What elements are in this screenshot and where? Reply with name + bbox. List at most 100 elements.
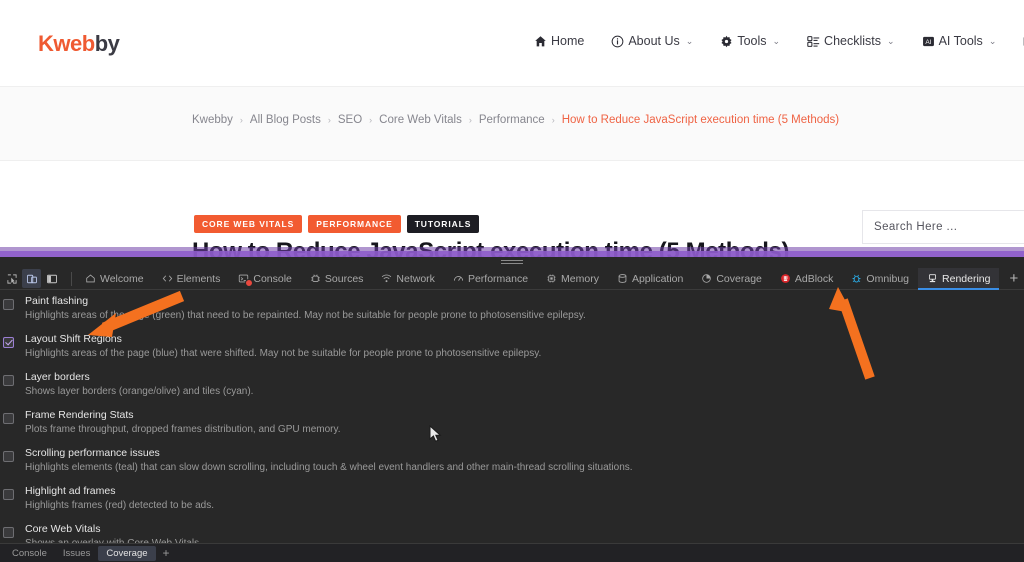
breadcrumb-item-all-blog-posts[interactable]: All Blog Posts xyxy=(250,114,321,126)
tag-core-web-vitals[interactable]: CORE WEB VITALS xyxy=(194,215,303,233)
chevron-down-icon: ⌄ xyxy=(772,35,781,46)
tab-network[interactable]: Network xyxy=(372,268,444,290)
highlight-ad-frames-checkbox[interactable] xyxy=(3,489,14,500)
search-input[interactable]: Search Here ... xyxy=(862,210,1024,244)
tab-memory[interactable]: Memory xyxy=(537,268,608,290)
tab-adblock-label: AdBlock xyxy=(794,272,834,285)
tab-adblock[interactable]: AdBlock xyxy=(771,268,843,290)
web-page: Kwebby Home About Us ⌄ Tools ⌄ Checklist… xyxy=(0,0,1024,262)
chevron-down-icon: ⌄ xyxy=(887,35,895,46)
rendering-option-title: Core Web Vitals xyxy=(25,523,101,535)
rendering-option-paint-flashing[interactable]: Paint flashing Highlights areas of the p… xyxy=(0,290,1024,328)
tab-console[interactable]: Console xyxy=(229,268,301,290)
tab-performance-label: Performance xyxy=(467,272,529,285)
nav-item-about-us[interactable]: About Us ⌄ xyxy=(611,34,693,48)
tab-rendering[interactable]: Rendering xyxy=(918,267,1000,290)
tab-network-label: Network xyxy=(396,272,435,285)
rendering-option-title: Layout Shift Regions xyxy=(25,333,122,345)
layout-shift-regions-checkbox[interactable] xyxy=(3,337,14,348)
devtools-tab-bar: Welcome Elements Console Sources Network… xyxy=(0,267,1024,290)
rendering-option-layout-shift-regions[interactable]: Layout Shift Regions Highlights areas of… xyxy=(0,328,1024,366)
main-navigation: Home About Us ⌄ Tools ⌄ Checklists ⌄ AI … xyxy=(534,34,1024,48)
rendering-option-title: Frame Rendering Stats xyxy=(25,409,134,421)
frame-rendering-stats-checkbox[interactable] xyxy=(3,413,14,424)
tag-performance[interactable]: PERFORMANCE xyxy=(308,215,401,233)
core-web-vitals-checkbox[interactable] xyxy=(3,527,14,538)
breadcrumb-separator: › xyxy=(327,115,331,125)
tab-application-label: Application xyxy=(631,272,684,285)
tab-welcome[interactable]: Welcome xyxy=(76,268,153,290)
rendering-option-description: Plots frame throughput, dropped frames d… xyxy=(25,424,341,435)
article-tag-list: CORE WEB VITALS PERFORMANCE TUTORIALS xyxy=(194,215,480,233)
dock-side-icon[interactable] xyxy=(42,269,61,288)
breadcrumb-separator: › xyxy=(239,115,243,125)
svg-text:AI: AI xyxy=(925,38,931,45)
drawer-tab-console[interactable]: Console xyxy=(4,546,55,561)
ai-badge-icon: AI xyxy=(922,35,935,48)
grip-icon xyxy=(501,260,523,265)
info-icon xyxy=(611,35,624,48)
drawer-add-button[interactable]: + xyxy=(156,546,177,560)
breadcrumb-separator: › xyxy=(551,115,555,125)
tab-elements-label: Elements xyxy=(176,272,221,285)
rendering-option-title: Layer borders xyxy=(25,371,90,383)
inspect-element-icon[interactable] xyxy=(2,269,21,288)
drawer-tab-coverage[interactable]: Coverage xyxy=(98,545,156,561)
rendering-option-description: Highlights areas of the page (blue) that… xyxy=(25,348,542,359)
nav-item-home[interactable]: Home xyxy=(534,34,584,48)
device-toolbar-icon[interactable] xyxy=(22,269,41,288)
rendering-option-highlight-ad-frames[interactable]: Highlight ad frames Highlights frames (r… xyxy=(0,480,1024,518)
rendering-option-title: Highlight ad frames xyxy=(25,485,116,497)
scrolling-performance-issues-checkbox[interactable] xyxy=(3,451,14,462)
tab-application[interactable]: Application xyxy=(608,268,692,290)
tab-omnibug[interactable]: Omnibug xyxy=(842,268,918,290)
rendering-options-list: Paint flashing Highlights areas of the p… xyxy=(0,290,1024,543)
rendering-option-description: Highlights areas of the page (green) tha… xyxy=(25,310,586,321)
rendering-option-scrolling-performance-issues[interactable]: Scrolling performance issues Highlights … xyxy=(0,442,1024,480)
breadcrumb-item-seo[interactable]: SEO xyxy=(338,114,362,126)
nav-item-about-us-label: About Us xyxy=(628,34,680,48)
site-logo[interactable]: Kwebby xyxy=(38,31,120,57)
rendering-option-layer-borders[interactable]: Layer borders Shows layer borders (orang… xyxy=(0,366,1024,404)
mouse-cursor xyxy=(429,425,442,442)
logo-part-web: web xyxy=(53,31,95,56)
nav-item-ai-tools[interactable]: AI AI Tools ⌄ xyxy=(922,34,996,48)
nav-item-checklists-label: Checklists xyxy=(824,34,882,48)
nav-item-tools[interactable]: Tools ⌄ xyxy=(720,34,780,48)
rendering-option-description: Highlights elements (teal) that can slow… xyxy=(25,462,633,473)
tab-sources-label: Sources xyxy=(324,272,364,285)
paint-flashing-checkbox[interactable] xyxy=(3,299,14,310)
breadcrumb-item-kwebby[interactable]: Kwebby xyxy=(192,114,233,126)
nav-item-checklists[interactable]: Checklists ⌄ xyxy=(807,34,895,48)
rendering-option-frame-rendering-stats[interactable]: Frame Rendering Stats Plots frame throug… xyxy=(0,404,1024,442)
nav-item-ai-tools-label: AI Tools xyxy=(938,34,983,48)
logo-part-k: K xyxy=(38,31,54,56)
rendering-option-description: Shows layer borders (orange/olive) and t… xyxy=(25,386,254,397)
gear-icon xyxy=(720,35,733,48)
console-error-badge xyxy=(245,278,254,287)
tab-rendering-label: Rendering xyxy=(942,272,991,285)
tab-coverage[interactable]: Coverage xyxy=(692,268,771,290)
layer-borders-checkbox[interactable] xyxy=(3,375,14,386)
tab-sources[interactable]: Sources xyxy=(301,268,373,290)
home-icon xyxy=(534,35,547,48)
breadcrumb-item-core-web-vitals[interactable]: Core Web Vitals xyxy=(379,114,462,126)
rendering-option-core-web-vitals[interactable]: Core Web Vitals Shows an overlay with Co… xyxy=(0,518,1024,543)
breadcrumb: Kwebby › All Blog Posts › SEO › Core Web… xyxy=(192,114,839,126)
rendering-option-description: Highlights frames (red) detected to be a… xyxy=(25,500,214,511)
breadcrumb-item-current: How to Reduce JavaScript execution time … xyxy=(561,114,840,126)
breadcrumb-item-performance[interactable]: Performance xyxy=(479,114,545,126)
devtools-resize-handle[interactable] xyxy=(0,257,1024,268)
tab-elements[interactable]: Elements xyxy=(153,268,230,290)
add-panel-button[interactable]: + xyxy=(999,271,1024,286)
breadcrumb-separator: › xyxy=(468,115,472,125)
tag-tutorials[interactable]: TUTORIALS xyxy=(406,215,480,233)
tab-omnibug-label: Omnibug xyxy=(866,272,910,285)
chevron-down-icon: ⌄ xyxy=(685,35,694,46)
nav-item-home-label: Home xyxy=(551,34,585,48)
screenshot-root: Kwebby Home About Us ⌄ Tools ⌄ Checklist… xyxy=(0,0,1024,562)
drawer-tab-issues[interactable]: Issues xyxy=(55,546,98,561)
tab-performance[interactable]: Performance xyxy=(444,268,537,290)
checklist-icon xyxy=(807,35,820,48)
tab-welcome-label: Welcome xyxy=(100,272,144,285)
